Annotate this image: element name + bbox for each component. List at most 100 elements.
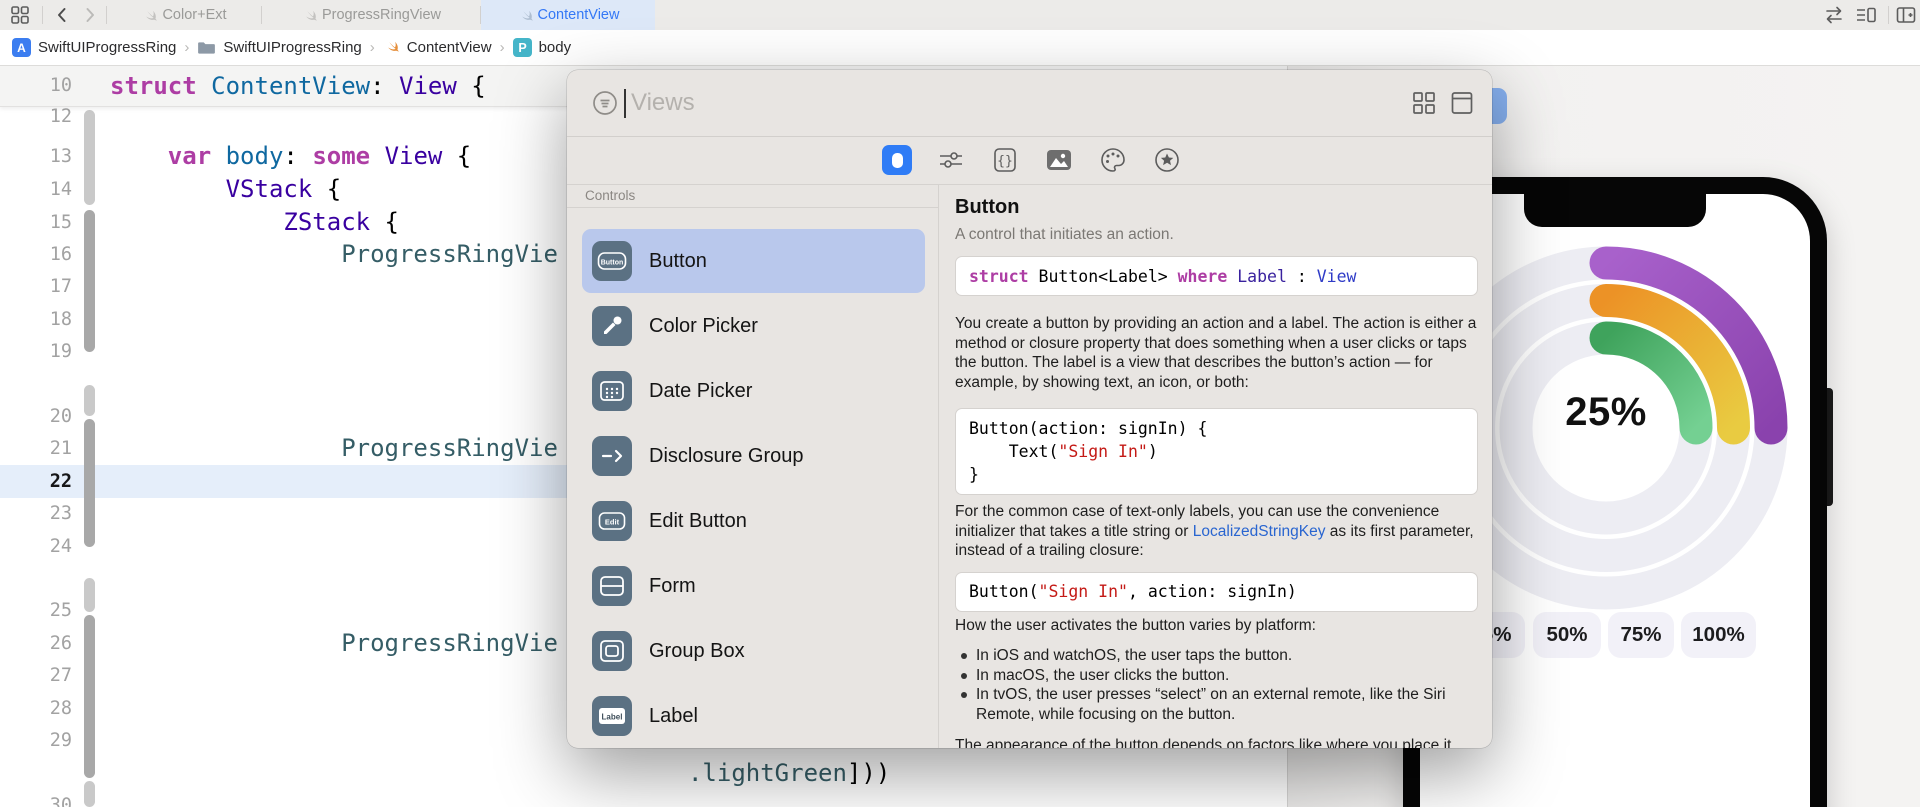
line-number: 14	[49, 179, 72, 200]
breadcrumb-item-body[interactable]: Pbody	[512, 38, 571, 57]
library-item-date-picker[interactable]: Date Picker	[582, 359, 925, 423]
line-number: 26	[49, 633, 72, 654]
library-item-label: Label	[649, 704, 698, 727]
library-item-label[interactable]: Label Label	[582, 684, 925, 748]
breadcrumb-item-swiftuiprogressring[interactable]: A SwiftUIProgressRing	[12, 38, 176, 57]
detail-paragraph: How the user activates the button varies…	[955, 617, 1316, 634]
color-picker-icon	[604, 316, 622, 334]
line-number: 10	[49, 75, 72, 96]
library-item-disclosure-group[interactable]: Disclosure Group	[582, 424, 925, 488]
percent-button-50[interactable]: 50%	[1533, 612, 1601, 658]
svg-text:P: P	[518, 41, 526, 55]
line-number: 18	[49, 309, 72, 330]
chevron-left-icon	[58, 8, 66, 22]
iphone-notch	[1524, 194, 1706, 227]
code-text: ProgressRingVie	[341, 434, 558, 462]
code-line-wrap[interactable]: .lightGreen]))	[0, 757, 1287, 790]
editor-tab-bar: Color+Ext ProgressRingView ContentView	[0, 0, 1920, 31]
line-number: 27	[49, 665, 72, 686]
add-editor-icon	[1896, 7, 1916, 23]
library-item-label: Button	[649, 249, 707, 272]
divider	[1888, 6, 1889, 24]
back-button[interactable]	[50, 3, 74, 27]
add-editor-button[interactable]	[1894, 3, 1918, 27]
tab-overview-button[interactable]	[8, 3, 32, 27]
editor-options-button[interactable]	[1854, 3, 1878, 27]
media-tab[interactable]	[1044, 145, 1074, 175]
breadcrumb-item-swiftuiprogressring[interactable]: SwiftUIProgressRing	[197, 39, 362, 56]
line-number: 23	[49, 503, 72, 524]
percent-button-100[interactable]: 100%	[1681, 612, 1756, 658]
svg-text:A: A	[17, 41, 26, 55]
line-number: 15	[49, 212, 72, 233]
button-tile: Button	[592, 241, 632, 281]
library-item-group-box[interactable]: Group Box	[582, 619, 925, 683]
library-item-label: Date Picker	[649, 379, 753, 402]
detail-paragraph: You create a button by providing an acti…	[955, 315, 1477, 391]
line-number: 22	[49, 471, 72, 492]
label-tile: Label	[592, 696, 632, 736]
localizedstringkey-link[interactable]: LocalizedStringKey	[1193, 523, 1326, 540]
tab-label: ProgressRingView	[321, 7, 441, 23]
percent-button-75[interactable]: 75%	[1608, 612, 1674, 658]
breadcrumb-item-contentview[interactable]: ContentView	[383, 39, 492, 56]
swift-icon	[387, 41, 399, 52]
filter-icon[interactable]	[591, 89, 619, 122]
library-item-label: Form	[649, 574, 696, 597]
breadcrumb: A SwiftUIProgressRing › SwiftUIProgressRing…	[0, 30, 1920, 66]
list-view-toggle[interactable]	[1449, 90, 1475, 121]
tab-color+ext[interactable]: Color+Ext	[107, 0, 261, 30]
colors-tab[interactable]	[1098, 145, 1128, 175]
disclosure-group-tile	[592, 436, 632, 476]
views-tab[interactable]	[882, 145, 912, 175]
form-tile	[592, 566, 632, 606]
line-number: 29	[49, 730, 72, 751]
forward-button[interactable]	[78, 3, 102, 27]
library-item-label: Group Box	[649, 639, 745, 662]
library-item-color-picker[interactable]: Color Picker	[582, 294, 925, 358]
tab-progressringview[interactable]: ProgressRingView	[262, 0, 480, 30]
detail-subtitle: A control that initiates an action.	[955, 226, 1174, 243]
grid-view-toggle[interactable]	[1411, 90, 1437, 121]
code-line-30[interactable]: 30	[0, 789, 1287, 807]
progress-percent-label: 25%	[1565, 390, 1647, 434]
modifiers-tab[interactable]	[936, 145, 966, 175]
edit-button-icon: Edit	[598, 512, 626, 530]
detail-paragraph: For the common case of text-only labels,…	[955, 502, 1478, 561]
code-text: struct ContentView: View {	[110, 72, 486, 100]
section-header: Controls	[567, 184, 938, 208]
symbols-tab[interactable]	[1152, 145, 1182, 175]
breadcrumb-label: SwiftUIProgressRing	[38, 39, 177, 56]
swift-icon	[146, 10, 157, 21]
swap-arrows-icon	[1826, 6, 1842, 24]
library-item-form[interactable]: Form	[582, 554, 925, 618]
date-picker-tile	[592, 371, 632, 411]
views-glyph	[891, 152, 903, 168]
library-popup: Views {} Controls Button Button Color Pick…	[567, 70, 1492, 748]
xcode-window: Color+Ext ProgressRingView ContentView A Sw…	[0, 0, 1920, 807]
colors-icon	[1101, 148, 1125, 172]
code-review-button[interactable]	[1822, 3, 1846, 27]
line-number: 16	[49, 244, 72, 265]
library-item-label: Color Picker	[649, 314, 758, 337]
breadcrumb-label: ContentView	[406, 39, 492, 56]
form-icon	[600, 576, 624, 596]
breadcrumb-separator: ›	[184, 39, 190, 56]
svg-text:Edit: Edit	[605, 518, 620, 527]
tab-contentview[interactable]: ContentView	[481, 0, 655, 30]
library-item-edit-button[interactable]: Edit Edit Button	[582, 489, 925, 553]
swift-icon	[306, 10, 317, 21]
code-text: ProgressRingVie	[341, 240, 558, 268]
library-search-input[interactable]: Views	[631, 70, 695, 136]
edit-button-tile: Edit	[592, 501, 632, 541]
library-category-tabs: {}	[567, 137, 1492, 185]
tab-label: ContentView	[537, 7, 620, 23]
swift-icon	[521, 10, 532, 21]
chevron-right-icon	[86, 8, 94, 22]
snippets-tab[interactable]: {}	[990, 145, 1020, 175]
library-item-label: Edit Button	[649, 509, 747, 532]
code-text: VStack {	[225, 175, 342, 203]
detail-title: Button	[955, 196, 1020, 218]
color-picker-tile	[592, 306, 632, 346]
library-item-button[interactable]: Button Button	[582, 229, 925, 293]
